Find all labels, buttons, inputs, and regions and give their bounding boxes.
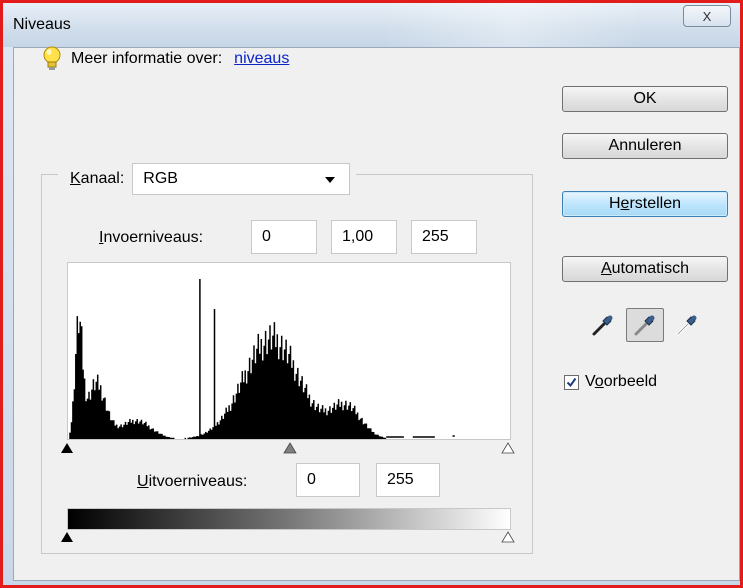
white-eyedropper-button[interactable]: [672, 308, 702, 342]
output-gradient-bar: [67, 508, 511, 530]
input-levels-label: Invoerniveaus:: [99, 229, 204, 246]
input-white-field[interactable]: 255: [411, 220, 477, 254]
input-white-value: 255: [422, 228, 449, 245]
title-glass: [383, 3, 643, 47]
auto-button[interactable]: Automatisch: [562, 256, 728, 282]
output-black-value: 0: [307, 471, 316, 488]
input-gamma-value: 1,00: [342, 228, 374, 245]
gray-eyedropper-button[interactable]: [626, 308, 664, 342]
output-levels-label: Uitvoerniveaus:: [137, 473, 248, 490]
info-text: Meer informatie over:: [71, 50, 223, 67]
cancel-button[interactable]: Annuleren: [562, 133, 728, 159]
close-button[interactable]: X: [683, 5, 731, 27]
histogram-graph: [69, 279, 455, 439]
ok-button[interactable]: OK: [562, 86, 728, 112]
channel-select[interactable]: RGB: [132, 163, 351, 195]
input-white-slider[interactable]: [501, 442, 515, 454]
histogram-tail: [386, 435, 455, 438]
histogram: [67, 262, 511, 440]
channel-select-value: RGB: [143, 170, 178, 187]
info-row: Meer informatie over: niveaus: [41, 46, 289, 72]
black-eyedropper-icon: [592, 315, 613, 336]
auto-button-label: Automatisch: [600, 260, 690, 277]
output-black-field[interactable]: 0: [296, 463, 360, 497]
input-black-field[interactable]: 0: [251, 220, 317, 254]
output-white-value: 255: [387, 471, 414, 488]
output-slider-track[interactable]: [59, 530, 519, 548]
input-slider-track[interactable]: [59, 440, 519, 460]
channel-label: Kanaal:: [70, 170, 125, 187]
output-black-slider[interactable]: [61, 532, 73, 542]
histogram-bars: [69, 279, 387, 439]
output-white-slider[interactable]: [501, 531, 515, 543]
cancel-button-label: Annuleren: [608, 137, 682, 154]
gray-eyedropper-icon: [634, 315, 655, 336]
levels-dialog: Niveaus X Meer informatie over: niveaus …: [0, 0, 743, 588]
output-white-field[interactable]: 255: [376, 463, 440, 497]
reset-button-label: Herstellen: [608, 195, 682, 212]
title-bar[interactable]: Niveaus X: [3, 3, 740, 47]
help-link-levels[interactable]: niveaus: [234, 50, 289, 68]
black-eyedropper-button[interactable]: [588, 308, 618, 342]
eyedropper-group: [588, 308, 702, 342]
window-title: Niveaus: [13, 16, 71, 33]
reset-button[interactable]: Herstellen: [562, 191, 728, 217]
preview-label: Voorbeeld: [585, 373, 658, 390]
preview-checkbox[interactable]: [564, 374, 579, 390]
checkmark-icon: [566, 377, 577, 387]
chevron-down-icon: [325, 177, 336, 183]
channel-row: Kanaal: RGB: [58, 163, 357, 195]
close-icon: X: [702, 8, 712, 24]
ok-button-label: OK: [633, 90, 657, 107]
input-gamma-field[interactable]: 1,00: [331, 220, 397, 254]
input-black-slider[interactable]: [61, 443, 73, 453]
white-eyedropper-icon: [676, 315, 697, 336]
preview-toggle[interactable]: Voorbeeld: [564, 373, 657, 391]
lightbulb-icon: [43, 46, 61, 70]
input-gamma-slider[interactable]: [283, 442, 297, 454]
input-black-value: 0: [262, 228, 271, 245]
